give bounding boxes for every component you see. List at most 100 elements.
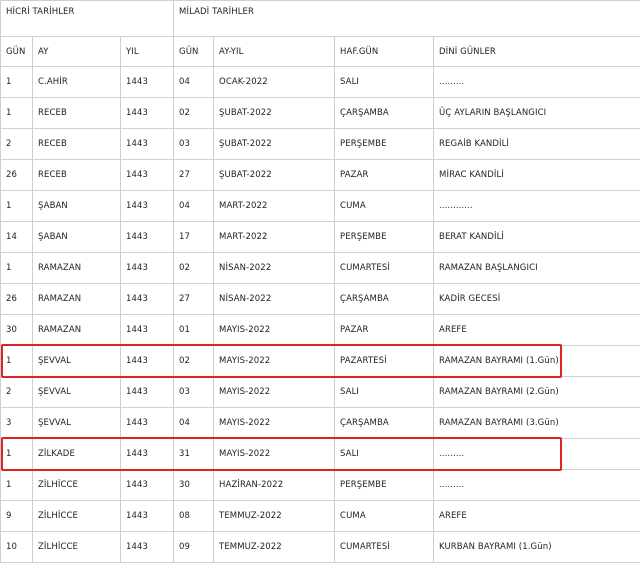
col-religious-days: DİNİ GÜNLER [434, 37, 640, 67]
religious-day-cell: ......... [434, 470, 640, 501]
gregorian-day-cell: 04 [174, 408, 214, 439]
gregorian-month-year-cell: ŞUBAT-2022 [214, 98, 335, 129]
religious-day-cell: ......... [434, 67, 640, 98]
calendar-page: HİCRİ TARİHLER MİLADİ TARİHLER GÜN AY YI… [0, 0, 640, 561]
gregorian-month-year-cell: MART-2022 [214, 222, 335, 253]
religious-day-cell: AREFE [434, 315, 640, 346]
hijri-month-cell: ZİLHİCCE [33, 532, 121, 563]
gregorian-month-year-cell: ŞUBAT-2022 [214, 160, 335, 191]
religious-day-cell: MİRAC KANDİLİ [434, 160, 640, 191]
col-hijri-month: AY [33, 37, 121, 67]
weekday-cell: CUMA [335, 501, 434, 532]
weekday-cell: ÇARŞAMBA [335, 98, 434, 129]
hijri-day-cell: 14 [1, 222, 33, 253]
table-row: 1ZİLHİCCE144330HAZİRAN-2022PERŞEMBE.....… [1, 470, 640, 501]
col-hijri-year: YIL [121, 37, 174, 67]
hijri-year-cell: 1443 [121, 129, 174, 160]
gregorian-day-cell: 02 [174, 98, 214, 129]
hijri-year-cell: 1443 [121, 532, 174, 563]
gregorian-dates-header: MİLADİ TARİHLER [174, 1, 640, 37]
hijri-month-cell: RAMAZAN [33, 284, 121, 315]
hijri-day-cell: 2 [1, 129, 33, 160]
religious-day-cell: RAMAZAN BAŞLANGICI [434, 253, 640, 284]
weekday-cell: CUMARTESİ [335, 253, 434, 284]
weekday-cell: PERŞEMBE [335, 129, 434, 160]
hijri-day-cell: 1 [1, 470, 33, 501]
gregorian-month-year-cell: TEMMUZ-2022 [214, 532, 335, 563]
religious-day-cell: RAMAZAN BAYRAMI (2.Gün) [434, 377, 640, 408]
gregorian-day-cell: 27 [174, 160, 214, 191]
hijri-day-cell: 1 [1, 67, 33, 98]
hijri-day-cell: 1 [1, 253, 33, 284]
gregorian-month-year-cell: ŞUBAT-2022 [214, 129, 335, 160]
religious-day-cell: REGAİB KANDİLİ [434, 129, 640, 160]
hijri-day-cell: 2 [1, 377, 33, 408]
hijri-month-cell: ŞABAN [33, 222, 121, 253]
weekday-cell: ÇARŞAMBA [335, 408, 434, 439]
gregorian-day-cell: 02 [174, 253, 214, 284]
weekday-cell: PERŞEMBE [335, 222, 434, 253]
column-header-row: GÜN AY YIL GÜN AY-YIL HAF.GÜN DİNİ GÜNLE… [1, 37, 640, 67]
table-row: 26RECEB144327ŞUBAT-2022PAZARMİRAC KANDİL… [1, 160, 640, 191]
weekday-cell: PAZAR [335, 160, 434, 191]
hijri-year-cell: 1443 [121, 67, 174, 98]
weekday-cell: SALI [335, 67, 434, 98]
hijri-month-cell: RAMAZAN [33, 315, 121, 346]
highlight-box [1, 344, 562, 378]
weekday-cell: SALI [335, 377, 434, 408]
hijri-day-cell: 30 [1, 315, 33, 346]
religious-day-cell: ÜÇ AYLARIN BAŞLANGICI [434, 98, 640, 129]
table-row: 26RAMAZAN144327NİSAN-2022ÇARŞAMBAKADİR G… [1, 284, 640, 315]
table-row: 14ŞABAN144317MART-2022PERŞEMBEBERAT KAND… [1, 222, 640, 253]
gregorian-day-cell: 30 [174, 470, 214, 501]
hijri-month-cell: ŞEVVAL [33, 408, 121, 439]
group-header-row: HİCRİ TARİHLER MİLADİ TARİHLER [1, 1, 640, 37]
hijri-month-cell: ŞEVVAL [33, 377, 121, 408]
hijri-year-cell: 1443 [121, 191, 174, 222]
table-row: 2ŞEVVAL144303MAYIS-2022SALIRAMAZAN BAYRA… [1, 377, 640, 408]
gregorian-month-year-cell: MAYIS-2022 [214, 377, 335, 408]
religious-day-cell: KADİR GECESİ [434, 284, 640, 315]
hijri-year-cell: 1443 [121, 470, 174, 501]
table-row: 1C.AHİR144304OCAK-2022SALI......... [1, 67, 640, 98]
gregorian-month-year-cell: MAYIS-2022 [214, 315, 335, 346]
weekday-cell: CUMA [335, 191, 434, 222]
religious-day-cell: AREFE [434, 501, 640, 532]
gregorian-month-year-cell: NİSAN-2022 [214, 284, 335, 315]
gregorian-month-year-cell: OCAK-2022 [214, 67, 335, 98]
gregorian-day-cell: 04 [174, 67, 214, 98]
hijri-year-cell: 1443 [121, 501, 174, 532]
weekday-cell: PERŞEMBE [335, 470, 434, 501]
hijri-day-cell: 9 [1, 501, 33, 532]
gregorian-day-cell: 04 [174, 191, 214, 222]
religious-day-cell: KURBAN BAYRAMI (1.Gün) [434, 532, 640, 563]
hijri-month-cell: C.AHİR [33, 67, 121, 98]
gregorian-day-cell: 17 [174, 222, 214, 253]
weekday-cell: CUMARTESİ [335, 532, 434, 563]
hijri-year-cell: 1443 [121, 98, 174, 129]
hijri-year-cell: 1443 [121, 222, 174, 253]
hijri-dates-header: HİCRİ TARİHLER [1, 1, 174, 37]
religious-day-cell: ............ [434, 191, 640, 222]
table-row: 1RAMAZAN144302NİSAN-2022CUMARTESİRAMAZAN… [1, 253, 640, 284]
hijri-year-cell: 1443 [121, 377, 174, 408]
hijri-year-cell: 1443 [121, 160, 174, 191]
col-gregorian-month-year: AY-YIL [214, 37, 335, 67]
hijri-month-cell: RECEB [33, 129, 121, 160]
table-row: 3ŞEVVAL144304MAYIS-2022ÇARŞAMBARAMAZAN B… [1, 408, 640, 439]
table-row: 1RECEB144302ŞUBAT-2022ÇARŞAMBAÜÇ AYLARIN… [1, 98, 640, 129]
religious-day-cell: BERAT KANDİLİ [434, 222, 640, 253]
hijri-year-cell: 1443 [121, 284, 174, 315]
hijri-day-cell: 1 [1, 191, 33, 222]
table-row: 2RECEB144303ŞUBAT-2022PERŞEMBEREGAİB KAN… [1, 129, 640, 160]
religious-day-cell: RAMAZAN BAYRAMI (3.Gün) [434, 408, 640, 439]
highlight-box [1, 437, 562, 471]
gregorian-day-cell: 01 [174, 315, 214, 346]
hijri-year-cell: 1443 [121, 253, 174, 284]
hijri-day-cell: 10 [1, 532, 33, 563]
hijri-day-cell: 26 [1, 284, 33, 315]
hijri-month-cell: ZİLHİCCE [33, 501, 121, 532]
weekday-cell: ÇARŞAMBA [335, 284, 434, 315]
gregorian-day-cell: 27 [174, 284, 214, 315]
weekday-cell: PAZAR [335, 315, 434, 346]
